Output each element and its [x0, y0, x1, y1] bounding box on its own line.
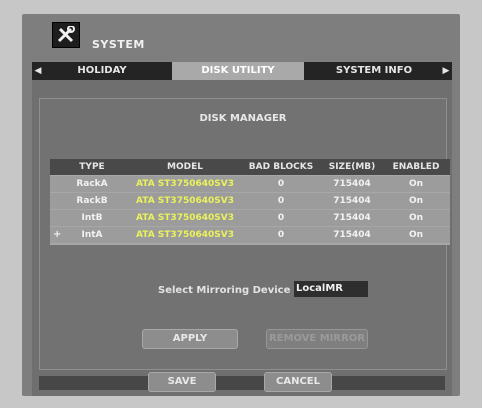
- cell-size: 715404: [333, 213, 371, 223]
- col-type: TYPE: [79, 162, 105, 172]
- cell-model: ATA ST3750640SV3: [136, 230, 234, 240]
- cell-model: ATA ST3750640SV3: [136, 179, 234, 189]
- tab-right-arrow-icon[interactable]: ▶: [440, 62, 452, 80]
- cell-enabled: On: [408, 196, 424, 206]
- cell-bad-blocks: 0: [277, 196, 285, 206]
- system-screen: SYSTEM ◀ HOLIDAY SCHEDULE DISK UTILITY S…: [22, 14, 460, 396]
- cell-type: RackB: [76, 196, 108, 206]
- col-model: MODEL: [167, 162, 203, 172]
- cell-size: 715404: [333, 196, 371, 206]
- cell-type: IntB: [81, 213, 103, 223]
- col-size: SIZE(MB): [328, 162, 376, 172]
- cell-model: ATA ST3750640SV3: [136, 196, 234, 206]
- cell-bad-blocks: 0: [277, 213, 285, 223]
- remove-mirror-button[interactable]: REMOVE MIRROR: [266, 329, 368, 349]
- cell-bad-blocks: 0: [277, 179, 285, 189]
- disk-table: TYPE MODEL BAD BLOCKS SIZE(MB) ENABLED R…: [50, 159, 450, 245]
- table-row[interactable]: RackB ATA ST3750640SV3 0 715404 On: [50, 193, 450, 209]
- disk-utility-panel: DISK MANAGER TYPE MODEL BAD BLOCKS SIZE(…: [32, 80, 452, 396]
- cell-size: 715404: [333, 179, 371, 189]
- cell-size: 715404: [333, 230, 371, 240]
- cell-enabled: On: [408, 179, 424, 189]
- tab-holiday-schedule[interactable]: HOLIDAY SCHEDULE: [46, 62, 158, 94]
- col-enabled: ENABLED: [392, 162, 440, 172]
- cell-enabled: On: [408, 230, 424, 240]
- status-band: [39, 376, 445, 390]
- cell-bad-blocks: 0: [277, 230, 285, 240]
- apply-button[interactable]: APPLY: [142, 329, 238, 349]
- table-header: TYPE MODEL BAD BLOCKS SIZE(MB) ENABLED: [50, 159, 450, 175]
- disk-manager-section: DISK MANAGER TYPE MODEL BAD BLOCKS SIZE(…: [39, 98, 450, 370]
- tab-bar: ◀ HOLIDAY SCHEDULE DISK UTILITY SYSTEM I…: [32, 62, 452, 94]
- page-title: SYSTEM: [92, 38, 145, 51]
- mirroring-device-label: Select Mirroring Device :: [158, 285, 298, 296]
- tab-left-arrow-icon[interactable]: ◀: [32, 62, 44, 80]
- row-marker: +: [53, 229, 62, 240]
- table-row[interactable]: RackA ATA ST3750640SV3 0 715404 On: [50, 176, 450, 192]
- cell-type: RackA: [76, 179, 108, 189]
- cancel-button[interactable]: CANCEL: [264, 372, 332, 392]
- cell-type: IntA: [81, 230, 103, 240]
- save-button[interactable]: SAVE: [148, 372, 216, 392]
- tab-system-info[interactable]: SYSTEM INFO: [318, 62, 430, 80]
- tools-icon: [52, 22, 80, 48]
- section-title: DISK MANAGER: [199, 113, 287, 124]
- cell-enabled: On: [408, 213, 424, 223]
- mirroring-device-select[interactable]: LocalMR: [294, 281, 368, 297]
- col-bad-blocks: BAD BLOCKS: [248, 162, 314, 172]
- table-row[interactable]: IntB ATA ST3750640SV3 0 715404 On: [50, 210, 450, 226]
- cell-model: ATA ST3750640SV3: [136, 213, 234, 223]
- table-row[interactable]: + IntA ATA ST3750640SV3 0 715404 On: [50, 227, 450, 243]
- tab-disk-utility[interactable]: DISK UTILITY: [172, 62, 304, 80]
